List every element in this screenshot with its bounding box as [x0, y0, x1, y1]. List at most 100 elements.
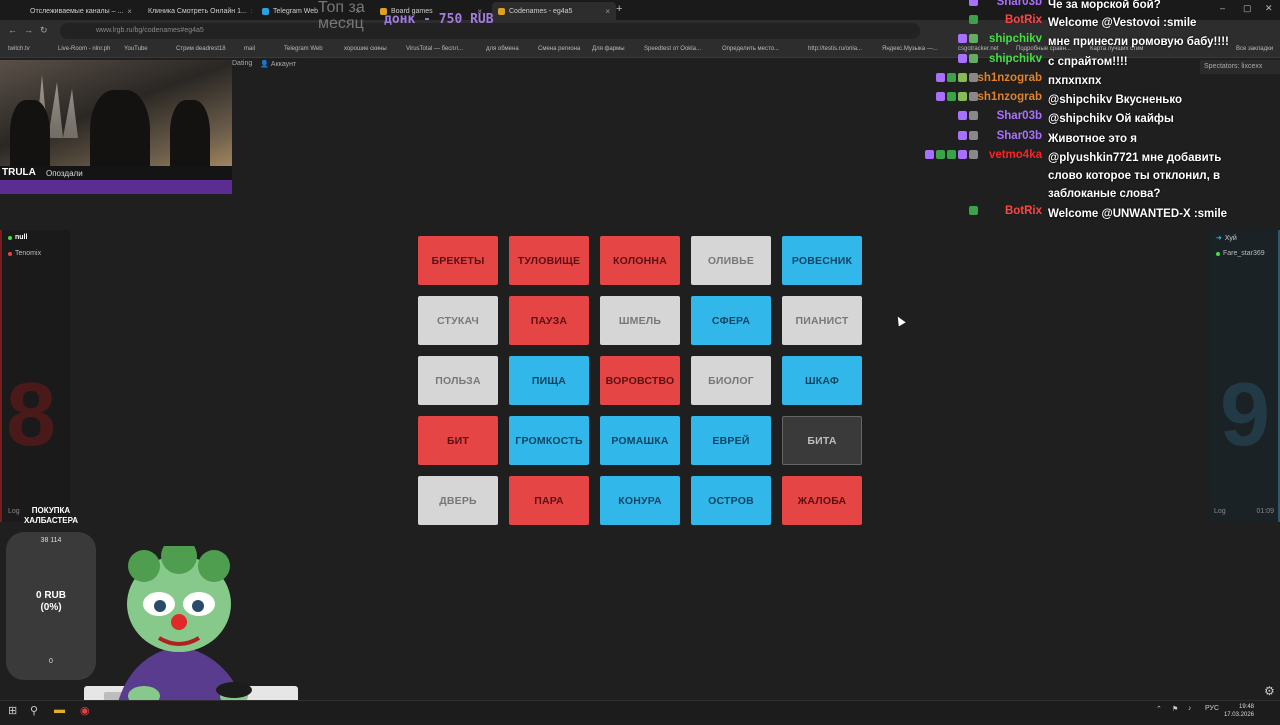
- bookmark-link[interactable]: mail: [244, 46, 255, 52]
- word-card[interactable]: ПОЛЬЗА: [418, 356, 498, 405]
- bookmark-link[interactable]: Telegram Web: [284, 46, 323, 52]
- word-card[interactable]: БИТ: [418, 416, 498, 465]
- word-card[interactable]: ПАРА: [509, 476, 589, 525]
- badge-icon: [958, 73, 967, 82]
- tab-label: Codenames - eg4a5: [509, 7, 573, 15]
- word-card[interactable]: ГРОМКОСТЬ: [509, 416, 589, 465]
- word-card[interactable]: ДВЕРЬ: [418, 476, 498, 525]
- word-card[interactable]: БИОЛОГ: [691, 356, 771, 405]
- player-name: null: [15, 234, 28, 241]
- bookmark-link[interactable]: Смена региона: [538, 46, 580, 52]
- reload-icon[interactable]: ↻: [40, 25, 48, 36]
- word-card[interactable]: ОСТРОВ: [691, 476, 771, 525]
- forward-icon[interactable]: →: [24, 25, 33, 35]
- word-card[interactable]: ПИЩА: [509, 356, 589, 405]
- turn-timer: 01:09: [1256, 508, 1274, 515]
- word-card[interactable]: БИТА: [782, 416, 862, 465]
- word-card[interactable]: ШКАФ: [782, 356, 862, 405]
- tab-favicon: [262, 7, 269, 15]
- stream-status: Опоздали: [46, 169, 83, 178]
- red-team-panel: null Tenomix 8 Log: [0, 230, 70, 522]
- blue-team-panel: ➜ Хуй Fare_star369 9 Log 01:09: [1210, 230, 1280, 522]
- chat-badges: [908, 131, 978, 140]
- badge-icon: [969, 34, 978, 43]
- bookmark-link[interactable]: twitch.tv: [8, 46, 30, 52]
- clock-date: 17.03.2026: [1223, 712, 1254, 718]
- chat-text: пхпхпхпх: [1048, 75, 1102, 87]
- badge-icon: [947, 73, 956, 82]
- word-card[interactable]: БРЕКЕТЫ: [418, 236, 498, 285]
- player-name: Tenomix: [15, 250, 42, 257]
- site-header: Dating 👤 Аккаунт: [232, 60, 296, 74]
- word-card[interactable]: ЖАЛОБА: [782, 476, 862, 525]
- bookmark-link[interactable]: http://testis.ru/onla...: [808, 46, 862, 52]
- dating-link[interactable]: Dating: [232, 60, 252, 74]
- chat-username: shipchikv: [988, 33, 1042, 45]
- new-tab-button[interactable]: +: [616, 3, 622, 15]
- word-card[interactable]: ВОРОВСТВО: [600, 356, 680, 405]
- word-card[interactable]: ПИАНИСТ: [782, 296, 862, 345]
- word-card[interactable]: КОНУРА: [600, 476, 680, 525]
- chat-text: Животное это я: [1048, 133, 1137, 145]
- arrow-icon: ➜: [1216, 235, 1222, 242]
- browser-tab[interactable]: Codenames - eg4a5 ×: [492, 2, 616, 20]
- bookmark-link[interactable]: VirusTotal — беспл...: [406, 46, 463, 52]
- goal-amount: 0 RUB (0%): [6, 590, 96, 614]
- browser-icon[interactable]: ◉: [80, 704, 90, 717]
- goal-title: ПОКУПКА ХАЛБАСТЕРА: [23, 506, 79, 525]
- bookmark-link[interactable]: Стрим deadrest18: [176, 46, 226, 52]
- player-status-dot: [8, 235, 12, 240]
- chat-badges: [908, 150, 978, 159]
- word-card[interactable]: РОВЕСНИК: [782, 236, 862, 285]
- back-icon[interactable]: ←: [8, 25, 17, 35]
- badge-icon: [958, 111, 967, 120]
- tab-close-icon[interactable]: ×: [605, 7, 610, 16]
- search-icon[interactable]: ⚲: [30, 704, 38, 717]
- word-card[interactable]: ПАУЗА: [509, 296, 589, 345]
- file-explorer-icon[interactable]: ▬: [54, 704, 65, 716]
- windows-start-icon[interactable]: ⊞: [8, 704, 17, 717]
- word-card[interactable]: РОМАШКА: [600, 416, 680, 465]
- player-name: Fare_star369: [1223, 250, 1265, 257]
- chat-badges: [908, 206, 978, 215]
- tray-arrow-icon[interactable]: ⌃: [1156, 705, 1162, 713]
- url-text: www.lrgb.ru/bg/codenames#eg4a5: [96, 27, 204, 34]
- player-status-dot: [1216, 251, 1220, 256]
- badge-icon: [969, 111, 978, 120]
- bookmark-link[interactable]: Определить место...: [722, 46, 779, 52]
- goal-percent: (0%): [40, 602, 62, 613]
- bookmark-link[interactable]: YouTube: [124, 46, 148, 52]
- blue-log-button[interactable]: Log: [1214, 508, 1226, 515]
- chat-badges: [908, 54, 978, 63]
- chat-username: sh1nzograb: [977, 91, 1042, 103]
- bookmark-link[interactable]: Live-Room - nlnr.ph: [58, 46, 110, 52]
- bookmark-link[interactable]: Для фармы: [592, 46, 625, 52]
- taskbar-clock[interactable]: 19:48 17.03.2026: [1224, 703, 1254, 719]
- word-card[interactable]: ШМЕЛЬ: [600, 296, 680, 345]
- bookmark-link[interactable]: хорошие скины: [344, 46, 387, 52]
- chat-badges: [908, 15, 978, 24]
- word-card[interactable]: ТУЛОВИЩЕ: [509, 236, 589, 285]
- tab-favicon: [498, 7, 505, 15]
- tab-close-icon[interactable]: ×: [251, 7, 252, 16]
- chat-badges: [908, 111, 978, 120]
- bookmark-link[interactable]: для обмена: [486, 46, 519, 52]
- chat-badges: [908, 73, 978, 82]
- bookmark-link[interactable]: Speedtest от Ookla...: [644, 46, 701, 52]
- network-icon[interactable]: ⚑: [1172, 705, 1178, 713]
- browser-tab[interactable]: Клиника Смотреть Онлайн 1... ×: [138, 2, 252, 20]
- language-indicator[interactable]: РУС: [1205, 705, 1219, 712]
- word-card[interactable]: СФЕРА: [691, 296, 771, 345]
- browser-tab[interactable]: Отслеживаемые каналы – ... ×: [20, 2, 134, 20]
- tab-label: Отслеживаемые каналы – ...: [30, 7, 124, 15]
- gear-icon[interactable]: ⚙: [1264, 684, 1275, 698]
- tab-close-icon[interactable]: ×: [127, 7, 132, 16]
- account-link[interactable]: 👤 Аккаунт: [260, 60, 296, 74]
- word-card[interactable]: СТУКАЧ: [418, 296, 498, 345]
- chat-username: BotRix: [1004, 205, 1042, 217]
- word-card[interactable]: ОЛИВЬЕ: [691, 236, 771, 285]
- chat-text: Welcome @Vestovoi :smile: [1048, 17, 1197, 29]
- word-card[interactable]: ЕВРЕЙ: [691, 416, 771, 465]
- volume-icon[interactable]: ♪: [1188, 705, 1192, 712]
- word-card[interactable]: КОЛОННА: [600, 236, 680, 285]
